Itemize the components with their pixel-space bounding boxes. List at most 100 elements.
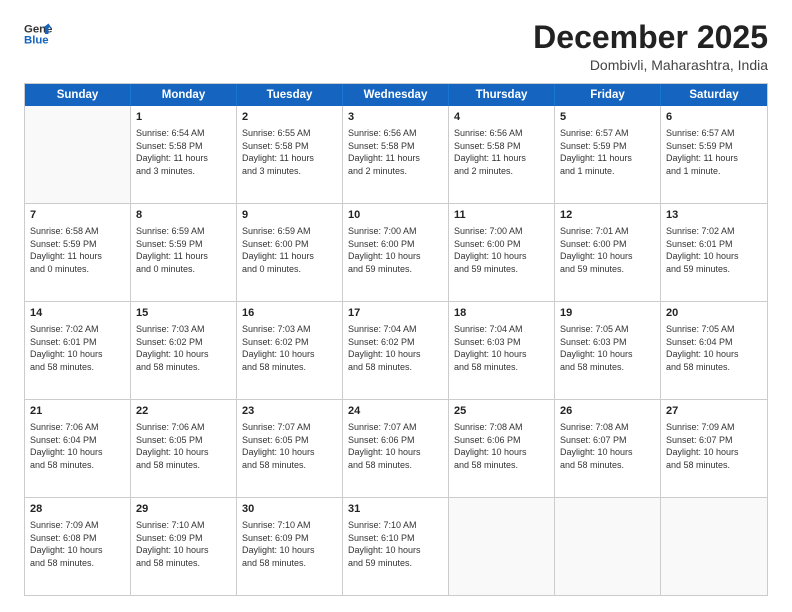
day-info: Sunrise: 7:04 AM Sunset: 6:03 PM Dayligh… xyxy=(454,323,549,373)
day-number: 23 xyxy=(242,404,337,419)
day-info: Sunrise: 7:02 AM Sunset: 6:01 PM Dayligh… xyxy=(666,225,762,275)
day-cell-11: 11Sunrise: 7:00 AM Sunset: 6:00 PM Dayli… xyxy=(449,204,555,301)
day-cell-10: 10 Sunrise: 7:00 AM Sunset: 6:00 PM Dayli… xyxy=(343,204,449,301)
day-number: 21 xyxy=(30,404,125,419)
day-info: Sunrise: 7:05 AM Sunset: 6:04 PM Dayligh… xyxy=(666,323,762,373)
day-info: Sunrise: 7:08 AM Sunset: 6:06 PM Dayligh… xyxy=(454,421,549,471)
day-cell-2: 2 Sunrise: 6:55 AM Sunset: 5:58 PM Daylig… xyxy=(237,106,343,203)
day-number: 7 xyxy=(30,208,125,223)
day-number: 27 xyxy=(666,404,762,419)
day-info: Sunrise: 7:06 AM Sunset: 6:04 PM Dayligh… xyxy=(30,421,125,471)
week-row-1: 1 Sunrise: 6:54 AM Sunset: 5:58 PM Daylig… xyxy=(25,106,767,203)
day-info: Sunrise: 6:56 AM Sunset: 5:58 PM Dayligh… xyxy=(454,127,549,177)
day-info: Sunrise: 7:10 AM Sunset: 6:09 PM Dayligh… xyxy=(136,519,231,569)
day-number: 17 xyxy=(348,306,443,321)
day-number: 8 xyxy=(136,208,231,223)
header: General Blue December 2025 Dombivli, Mah… xyxy=(24,20,768,73)
day-info: Sunrise: 7:04 AM Sunset: 6:02 PM Dayligh… xyxy=(348,323,443,373)
day-number: 2 xyxy=(242,110,337,125)
day-info: Sunrise: 7:00 AM Sunset: 6:00 PM Dayligh… xyxy=(348,225,443,275)
day-number: 3 xyxy=(348,110,443,125)
day-number: 6 xyxy=(666,110,762,125)
calendar: SundayMondayTuesdayWednesdayThursdayFrid… xyxy=(24,83,768,596)
calendar-body: 1 Sunrise: 6:54 AM Sunset: 5:58 PM Daylig… xyxy=(25,106,767,595)
day-info: Sunrise: 7:02 AM Sunset: 6:01 PM Dayligh… xyxy=(30,323,125,373)
day-number: 10 xyxy=(348,208,443,223)
title-block: December 2025 Dombivli, Maharashtra, Ind… xyxy=(533,20,768,73)
calendar-header: SundayMondayTuesdayWednesdayThursdayFrid… xyxy=(25,84,767,106)
day-cell-13: 13 Sunrise: 7:02 AM Sunset: 6:01 PM Dayli… xyxy=(661,204,767,301)
day-cell-15: 15 Sunrise: 7:03 AM Sunset: 6:02 PM Dayli… xyxy=(131,302,237,399)
subtitle: Dombivli, Maharashtra, India xyxy=(533,57,768,73)
day-cell-23: 23 Sunrise: 7:07 AM Sunset: 6:05 PM Dayli… xyxy=(237,400,343,497)
day-info: Sunrise: 7:08 AM Sunset: 6:07 PM Dayligh… xyxy=(560,421,655,471)
day-number: 22 xyxy=(136,404,231,419)
day-cell-4: 4 Sunrise: 6:56 AM Sunset: 5:58 PM Daylig… xyxy=(449,106,555,203)
day-number: 18 xyxy=(454,306,549,321)
day-info: Sunrise: 7:10 AM Sunset: 6:10 PM Dayligh… xyxy=(348,519,443,569)
day-cell-20: 20Sunrise: 7:05 AM Sunset: 6:04 PM Dayli… xyxy=(661,302,767,399)
page: General Blue December 2025 Dombivli, Mah… xyxy=(0,0,792,612)
day-info: Sunrise: 7:06 AM Sunset: 6:05 PM Dayligh… xyxy=(136,421,231,471)
day-cell-21: 21 Sunrise: 7:06 AM Sunset: 6:04 PM Dayli… xyxy=(25,400,131,497)
day-info: Sunrise: 6:57 AM Sunset: 5:59 PM Dayligh… xyxy=(666,127,762,177)
day-info: Sunrise: 6:56 AM Sunset: 5:58 PM Dayligh… xyxy=(348,127,443,177)
day-info: Sunrise: 6:55 AM Sunset: 5:58 PM Dayligh… xyxy=(242,127,337,177)
logo-icon: General Blue xyxy=(24,20,52,48)
header-day-friday: Friday xyxy=(555,84,661,106)
day-cell-24: 24Sunrise: 7:07 AM Sunset: 6:06 PM Dayli… xyxy=(343,400,449,497)
day-info: Sunrise: 7:09 AM Sunset: 6:08 PM Dayligh… xyxy=(30,519,125,569)
logo: General Blue xyxy=(24,20,52,48)
day-info: Sunrise: 7:09 AM Sunset: 6:07 PM Dayligh… xyxy=(666,421,762,471)
week-row-5: 28 Sunrise: 7:09 AM Sunset: 6:08 PM Dayli… xyxy=(25,497,767,595)
day-cell-8: 8 Sunrise: 6:59 AM Sunset: 5:59 PM Daylig… xyxy=(131,204,237,301)
day-info: Sunrise: 6:59 AM Sunset: 5:59 PM Dayligh… xyxy=(136,225,231,275)
day-info: Sunrise: 6:57 AM Sunset: 5:59 PM Dayligh… xyxy=(560,127,655,177)
day-info: Sunrise: 7:00 AM Sunset: 6:00 PM Dayligh… xyxy=(454,225,549,275)
day-number: 28 xyxy=(30,502,125,517)
week-row-4: 21 Sunrise: 7:06 AM Sunset: 6:04 PM Dayli… xyxy=(25,399,767,497)
day-info: Sunrise: 6:59 AM Sunset: 6:00 PM Dayligh… xyxy=(242,225,337,275)
day-number: 15 xyxy=(136,306,231,321)
day-cell-25: 25Sunrise: 7:08 AM Sunset: 6:06 PM Dayli… xyxy=(449,400,555,497)
day-cell-7: 7 Sunrise: 6:58 AM Sunset: 5:59 PM Daylig… xyxy=(25,204,131,301)
day-number: 1 xyxy=(136,110,231,125)
day-info: Sunrise: 6:58 AM Sunset: 5:59 PM Dayligh… xyxy=(30,225,125,275)
day-info: Sunrise: 7:03 AM Sunset: 6:02 PM Dayligh… xyxy=(242,323,337,373)
header-day-wednesday: Wednesday xyxy=(343,84,449,106)
day-cell-30: 30Sunrise: 7:10 AM Sunset: 6:09 PM Dayli… xyxy=(237,498,343,595)
day-number: 9 xyxy=(242,208,337,223)
header-day-saturday: Saturday xyxy=(661,84,767,106)
day-number: 12 xyxy=(560,208,655,223)
day-number: 13 xyxy=(666,208,762,223)
day-number: 4 xyxy=(454,110,549,125)
day-info: Sunrise: 7:10 AM Sunset: 6:09 PM Dayligh… xyxy=(242,519,337,569)
header-day-sunday: Sunday xyxy=(25,84,131,106)
day-info: Sunrise: 7:05 AM Sunset: 6:03 PM Dayligh… xyxy=(560,323,655,373)
day-number: 29 xyxy=(136,502,231,517)
day-info: Sunrise: 7:01 AM Sunset: 6:00 PM Dayligh… xyxy=(560,225,655,275)
day-cell-3: 3 Sunrise: 6:56 AM Sunset: 5:58 PM Daylig… xyxy=(343,106,449,203)
svg-text:Blue: Blue xyxy=(24,35,49,47)
empty-cell xyxy=(661,498,767,595)
week-row-2: 7 Sunrise: 6:58 AM Sunset: 5:59 PM Daylig… xyxy=(25,203,767,301)
empty-cell xyxy=(555,498,661,595)
day-cell-9: 9 Sunrise: 6:59 AM Sunset: 6:00 PM Daylig… xyxy=(237,204,343,301)
day-cell-26: 26Sunrise: 7:08 AM Sunset: 6:07 PM Dayli… xyxy=(555,400,661,497)
day-cell-27: 27 Sunrise: 7:09 AM Sunset: 6:07 PM Dayli… xyxy=(661,400,767,497)
day-cell-31: 31Sunrise: 7:10 AM Sunset: 6:10 PM Dayli… xyxy=(343,498,449,595)
day-number: 5 xyxy=(560,110,655,125)
main-title: December 2025 xyxy=(533,20,768,55)
header-day-tuesday: Tuesday xyxy=(237,84,343,106)
day-cell-14: 14Sunrise: 7:02 AM Sunset: 6:01 PM Dayli… xyxy=(25,302,131,399)
day-cell-17: 17 Sunrise: 7:04 AM Sunset: 6:02 PM Dayli… xyxy=(343,302,449,399)
day-info: Sunrise: 7:07 AM Sunset: 6:05 PM Dayligh… xyxy=(242,421,337,471)
day-info: Sunrise: 7:03 AM Sunset: 6:02 PM Dayligh… xyxy=(136,323,231,373)
day-cell-6: 6 Sunrise: 6:57 AM Sunset: 5:59 PM Daylig… xyxy=(661,106,767,203)
day-info: Sunrise: 7:07 AM Sunset: 6:06 PM Dayligh… xyxy=(348,421,443,471)
day-cell-16: 16 Sunrise: 7:03 AM Sunset: 6:02 PM Dayli… xyxy=(237,302,343,399)
day-info: Sunrise: 6:54 AM Sunset: 5:58 PM Dayligh… xyxy=(136,127,231,177)
day-cell-22: 22 Sunrise: 7:06 AM Sunset: 6:05 PM Dayli… xyxy=(131,400,237,497)
day-cell-18: 18 Sunrise: 7:04 AM Sunset: 6:03 PM Dayli… xyxy=(449,302,555,399)
day-number: 16 xyxy=(242,306,337,321)
